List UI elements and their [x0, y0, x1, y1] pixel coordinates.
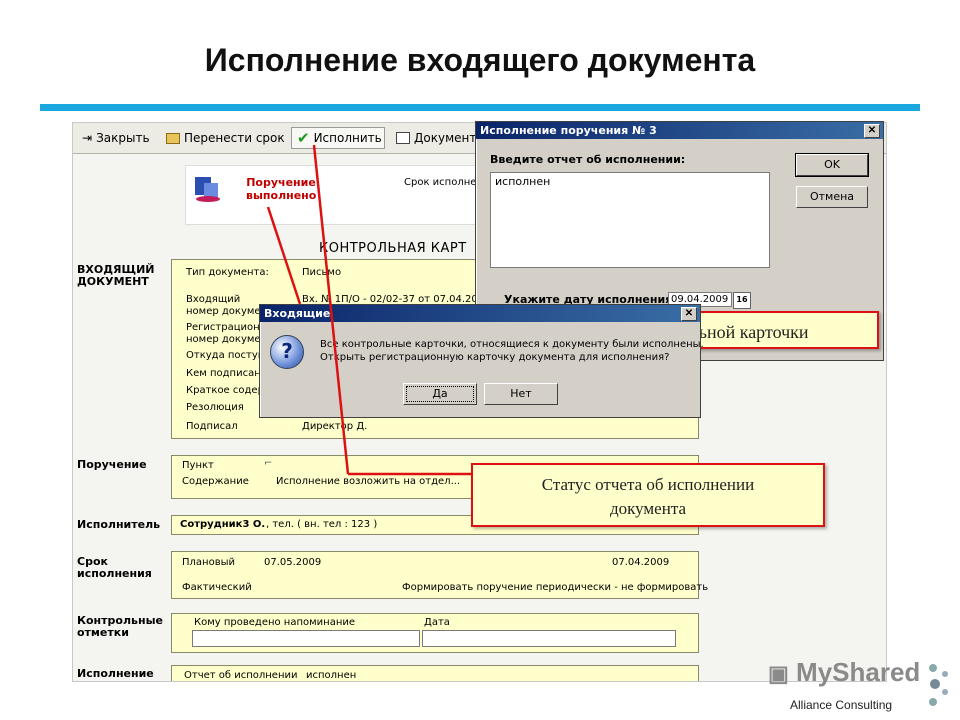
pointer-lines — [266, 144, 471, 476]
watermark-text: MyShared — [796, 657, 921, 687]
presentation-icon: ▣ — [768, 661, 789, 686]
pointer-line-status — [266, 206, 302, 305]
dots-logo-icon — [927, 662, 951, 712]
watermark: ▣ MyShared — [768, 657, 920, 688]
pointer-line-execute — [312, 144, 350, 475]
footer-text: Alliance Consulting — [790, 698, 893, 712]
